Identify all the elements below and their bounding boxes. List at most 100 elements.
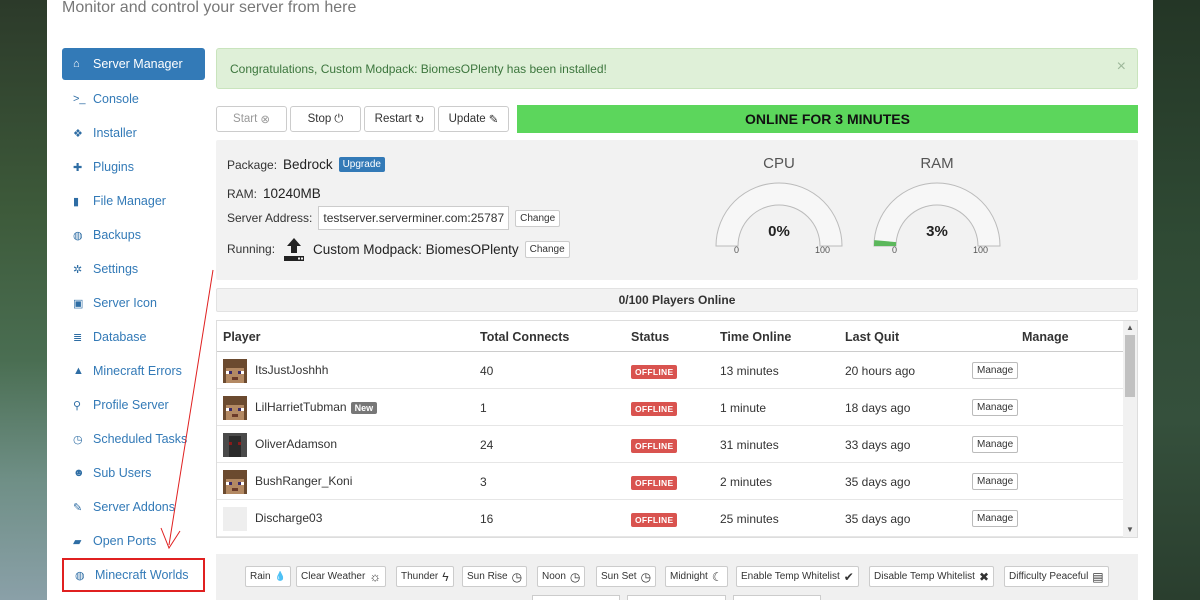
midnight-button[interactable]: Midnight ☾: [665, 566, 728, 587]
manage-button[interactable]: Manage: [972, 510, 1019, 527]
button-label: Noon: [542, 571, 566, 582]
player-name: ItsJustJoshhh: [255, 363, 329, 377]
scroll-down-icon[interactable]: ▼: [1126, 525, 1134, 534]
button-label: Enable Temp Whitelist: [741, 571, 840, 582]
start-icon: ⊗: [260, 114, 270, 126]
button-label: Thunder: [401, 571, 439, 582]
stop-button[interactable]: Stop ⏻: [290, 106, 361, 132]
player-name: BushRanger_Koni: [255, 474, 353, 488]
button-label: Sun Set: [601, 571, 637, 582]
package-label: Package:: [227, 157, 278, 172]
cpu-gauge-dial: 0%: [715, 182, 843, 247]
ram-row: RAM: 10240MB: [227, 186, 321, 201]
players-table[interactable]: Player Total Connects Status Time Online…: [216, 320, 1138, 538]
manage-button[interactable]: Manage: [972, 399, 1019, 416]
wrench-icon: ✎: [488, 114, 499, 126]
player-connects: 1: [480, 401, 487, 415]
table-header: Player Total Connects Status Time Online…: [217, 321, 1123, 352]
player-time-online: 13 minutes: [720, 364, 779, 378]
change-modpack-button[interactable]: Change: [524, 240, 570, 258]
ram-gauge-dial: 3%: [873, 182, 1001, 247]
column-header-manage: Manage: [1022, 330, 1069, 344]
rain-button[interactable]: Rain 💧: [245, 566, 291, 587]
player-avatar: [223, 470, 247, 494]
table-row: Discharge03 16 OFFLINE 25 minutes 35 day…: [217, 500, 1123, 537]
book-icon: ▤: [1092, 569, 1104, 584]
running-label: Running:: [227, 242, 276, 256]
player-connects: 16: [480, 512, 494, 526]
change-address-button[interactable]: Change: [515, 209, 561, 227]
button-label: Clear Weather: [301, 571, 366, 582]
button-label: Sun Rise: [467, 571, 508, 582]
world-dropdown-3[interactable]: [733, 595, 821, 600]
ram-value: 10240MB: [263, 186, 321, 201]
upload-icon: [284, 238, 305, 261]
alert-message: Congratulations, Custom Modpack: BiomesO…: [230, 61, 607, 76]
close-icon[interactable]: ×: [1117, 58, 1126, 76]
x-icon: ✖: [978, 569, 990, 584]
refresh-icon: ↻: [414, 114, 425, 126]
address-label: Server Address:: [227, 211, 313, 225]
column-header-status: Status: [631, 330, 670, 344]
noon-button[interactable]: Noon ◷: [537, 566, 586, 587]
disable-temp-whitelist-button[interactable]: Disable Temp Whitelist ✖: [869, 566, 995, 587]
table-row: ItsJustJoshhh 40 OFFLINE 13 minutes 20 h…: [217, 352, 1123, 389]
annotation-arrow-line: [168, 269, 214, 546]
player-last-quit: 35 days ago: [845, 512, 911, 526]
player-connects: 3: [480, 475, 487, 489]
player-time-online: 1 minute: [720, 401, 767, 415]
restart-label: Restart: [374, 113, 412, 125]
ram-gauge-max: 100: [973, 245, 989, 255]
table-row: LilHarrietTubman New 1 OFFLINE 1 minute 1…: [217, 389, 1123, 426]
player-time-online: 25 minutes: [720, 512, 779, 526]
player-avatar: [223, 507, 247, 531]
column-header-time-online: Time Online: [720, 330, 792, 344]
start-label: Start: [233, 113, 258, 125]
raindrop-icon: 💧: [274, 571, 286, 581]
manage-button[interactable]: Manage: [972, 436, 1019, 453]
new-badge: New: [350, 402, 378, 414]
server-info-panel: Package: Bedrock Upgrade RAM: 10240MB Se…: [216, 140, 1138, 280]
player-name: Discharge03: [255, 511, 323, 525]
world-dropdown-2[interactable]: [627, 595, 726, 600]
player-avatar: [223, 396, 247, 420]
cpu-gauge: CPU 0% 0 100: [714, 155, 844, 255]
start-button[interactable]: Start ⊗: [216, 106, 287, 132]
table-row: OliverAdamson 24 OFFLINE 31 minutes 33 d…: [217, 426, 1123, 463]
sun-icon: ☼: [369, 569, 382, 584]
player-name: LilHarrietTubman New: [255, 400, 378, 414]
scroll-up-icon[interactable]: ▲: [1126, 323, 1134, 332]
column-header-player: Player: [223, 330, 261, 344]
ram-gauge-value: 3%: [926, 223, 948, 240]
player-name-text: LilHarrietTubman: [255, 400, 347, 414]
clear-weather-button[interactable]: Clear Weather ☼: [296, 566, 387, 587]
upgrade-button[interactable]: Upgrade: [338, 157, 385, 172]
player-connects: 40: [480, 364, 494, 378]
manage-button[interactable]: Manage: [972, 362, 1019, 379]
stop-label: Stop: [307, 113, 332, 125]
clock-icon: ◷: [569, 569, 581, 584]
sun-set-button[interactable]: Sun Set ◷: [596, 566, 657, 587]
cpu-gauge-value: 0%: [768, 223, 790, 240]
cpu-gauge-min: 0: [734, 245, 740, 255]
ram-gauge: RAM 3% 0 100: [872, 155, 1002, 255]
update-button[interactable]: Update ✎: [438, 106, 509, 132]
manage-button[interactable]: Manage: [972, 473, 1019, 490]
player-connects: 24: [480, 438, 494, 452]
scrollbar-thumb[interactable]: [1125, 335, 1135, 397]
table-scrollbar[interactable]: ▲ ▼: [1123, 321, 1137, 537]
difficulty-peaceful-button[interactable]: Difficulty Peaceful ▤: [1004, 566, 1109, 587]
world-dropdown-1[interactable]: [532, 595, 620, 600]
enable-temp-whitelist-button[interactable]: Enable Temp Whitelist ✔: [736, 566, 859, 587]
ram-gauge-title: RAM: [920, 155, 954, 172]
player-time-online: 2 minutes: [720, 475, 773, 489]
restart-button[interactable]: Restart ↻: [364, 106, 435, 132]
cpu-gauge-max: 100: [815, 245, 831, 255]
player-avatar: [223, 433, 247, 457]
sun-rise-button[interactable]: Sun Rise ◷: [462, 566, 528, 587]
running-value: Custom Modpack: BiomesOPlenty: [313, 241, 519, 257]
server-address-field[interactable]: testserver.serverminer.com:25787: [318, 206, 510, 230]
thunder-button[interactable]: Thunder ϟ: [396, 566, 454, 587]
status-badge: OFFLINE: [631, 402, 678, 416]
player-last-quit: 18 days ago: [845, 401, 911, 415]
